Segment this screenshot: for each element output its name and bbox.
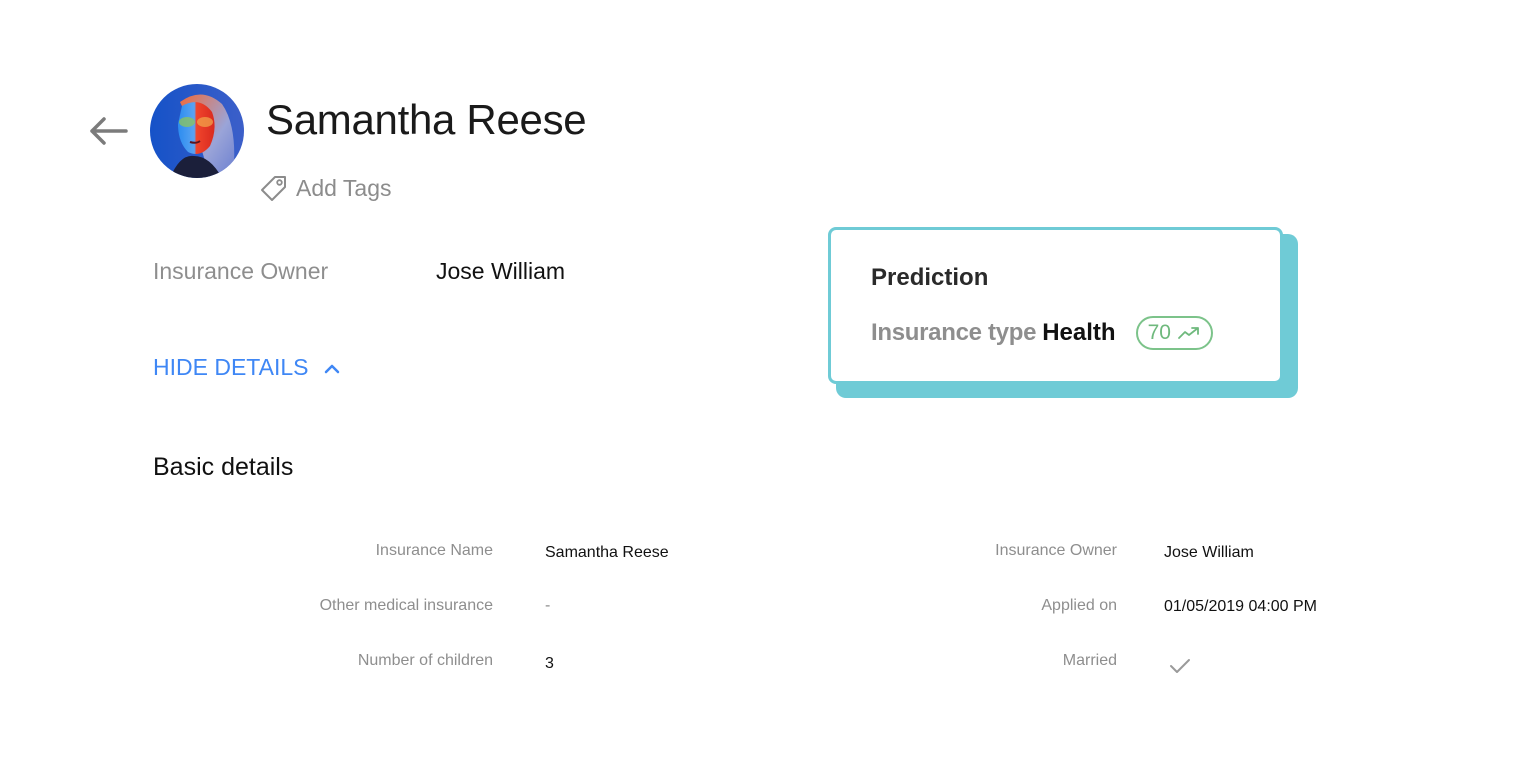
arrow-left-icon — [90, 117, 128, 145]
add-tags-button[interactable]: Add Tags — [260, 174, 391, 202]
detail-value: Jose William — [1164, 544, 1254, 561]
prediction-card: Prediction Insurance type Health 70 — [828, 227, 1283, 384]
detail-row: Insurance Owner Jose William — [0, 542, 1520, 572]
detail-row: Married — [0, 652, 1520, 682]
prediction-result: Insurance type Health 70 — [871, 316, 1213, 350]
insurance-detail-page: Samantha Reese Add Tags Insurance Owner … — [0, 0, 1520, 780]
detail-label: Insurance Owner — [995, 542, 1117, 559]
owner-value: Jose William — [436, 258, 566, 284]
detail-label: Applied on — [1041, 597, 1117, 614]
prediction-title: Prediction — [871, 264, 989, 291]
prediction-value: Health — [1042, 319, 1116, 346]
back-button[interactable] — [86, 112, 130, 150]
avatar — [150, 84, 244, 178]
chevron-up-icon — [324, 364, 339, 373]
trending-up-icon — [1178, 327, 1199, 339]
hide-details-label: HIDE DETAILS — [153, 354, 309, 380]
hide-details-toggle[interactable]: HIDE DETAILS — [153, 354, 341, 381]
avatar-image — [150, 84, 244, 178]
detail-value: 01/05/2019 04:00 PM — [1164, 598, 1318, 615]
detail-label: Married — [1062, 652, 1117, 669]
add-tags-label: Add Tags — [296, 174, 392, 201]
prediction-label: Insurance type — [871, 319, 1037, 346]
prediction-score-badge: 70 — [1135, 316, 1213, 350]
basic-details-title: Basic details — [153, 453, 294, 481]
checkmark-icon — [1170, 659, 1190, 673]
profile-name: Samantha Reese — [266, 96, 587, 143]
owner-label: Insurance Owner — [153, 258, 329, 284]
prediction-score: 70 — [1147, 321, 1171, 344]
detail-row: Applied on 01/05/2019 04:00 PM — [0, 597, 1520, 627]
tag-icon — [261, 176, 286, 201]
